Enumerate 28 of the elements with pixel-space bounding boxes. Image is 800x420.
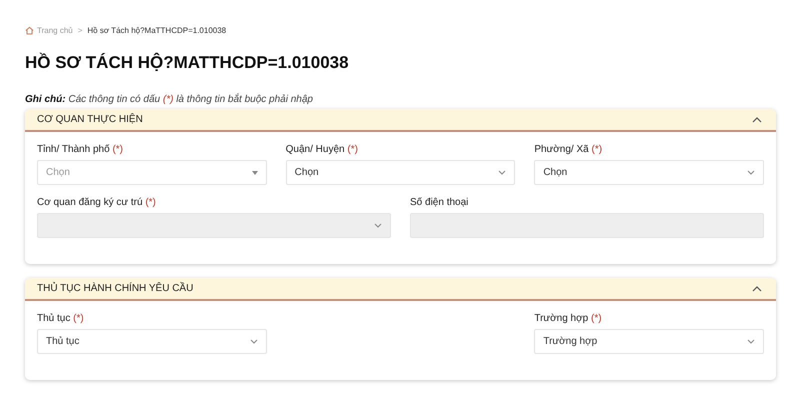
select-field[interactable]: Chọn [534,160,764,185]
breadcrumb-current: Hồ sơ Tách hộ?MaTTHCDP=1.010038 [87,26,226,34]
caret-icon [252,170,258,174]
field-label: Trường hợp (*) [534,313,603,324]
home-icon [25,26,34,34]
select-field[interactable]: Thủ tục [37,329,267,354]
chevron-icon [498,170,506,175]
chevron-icon [747,170,755,175]
section-title: THỦ TỤC HÀNH CHÍNH YÊU CẦU [37,283,194,294]
chevron-icon [374,223,382,228]
collapse-icon[interactable] [752,116,762,122]
note-text: Ghi chú: Các thông tin có dấu (*) là thông tin bắt buộc phải nhập [25,94,314,105]
field-label: Cơ quan đăng ký cư trú (*) [37,197,157,208]
collapse-icon[interactable] [752,286,762,292]
field-label: Thủ tục (*) [37,313,85,324]
breadcrumb-separator: > [78,26,82,34]
select-field[interactable]: Chọn [286,160,516,185]
section-header[interactable]: CƠ QUAN THỰC HIỆN [25,109,776,132]
field-label: Số điện thoại [410,197,470,208]
field-label: Phường/ Xã (*) [534,144,604,155]
field-label: Quận/ Huyện (*) [286,144,359,155]
page-title: HỒ SƠ TÁCH HỘ?MATTHCDP=1.010038 [25,53,350,73]
section-header[interactable]: THỦ TỤC HÀNH CHÍNH YÊU CẦU [25,278,776,301]
chevron-icon [747,339,755,344]
chevron-icon [250,339,258,344]
field-label: Tỉnh/ Thành phố (*) [37,144,124,155]
section-title: CƠ QUAN THỰC HIỆN [37,114,143,125]
select-field[interactable]: Trường hợp [534,329,764,354]
